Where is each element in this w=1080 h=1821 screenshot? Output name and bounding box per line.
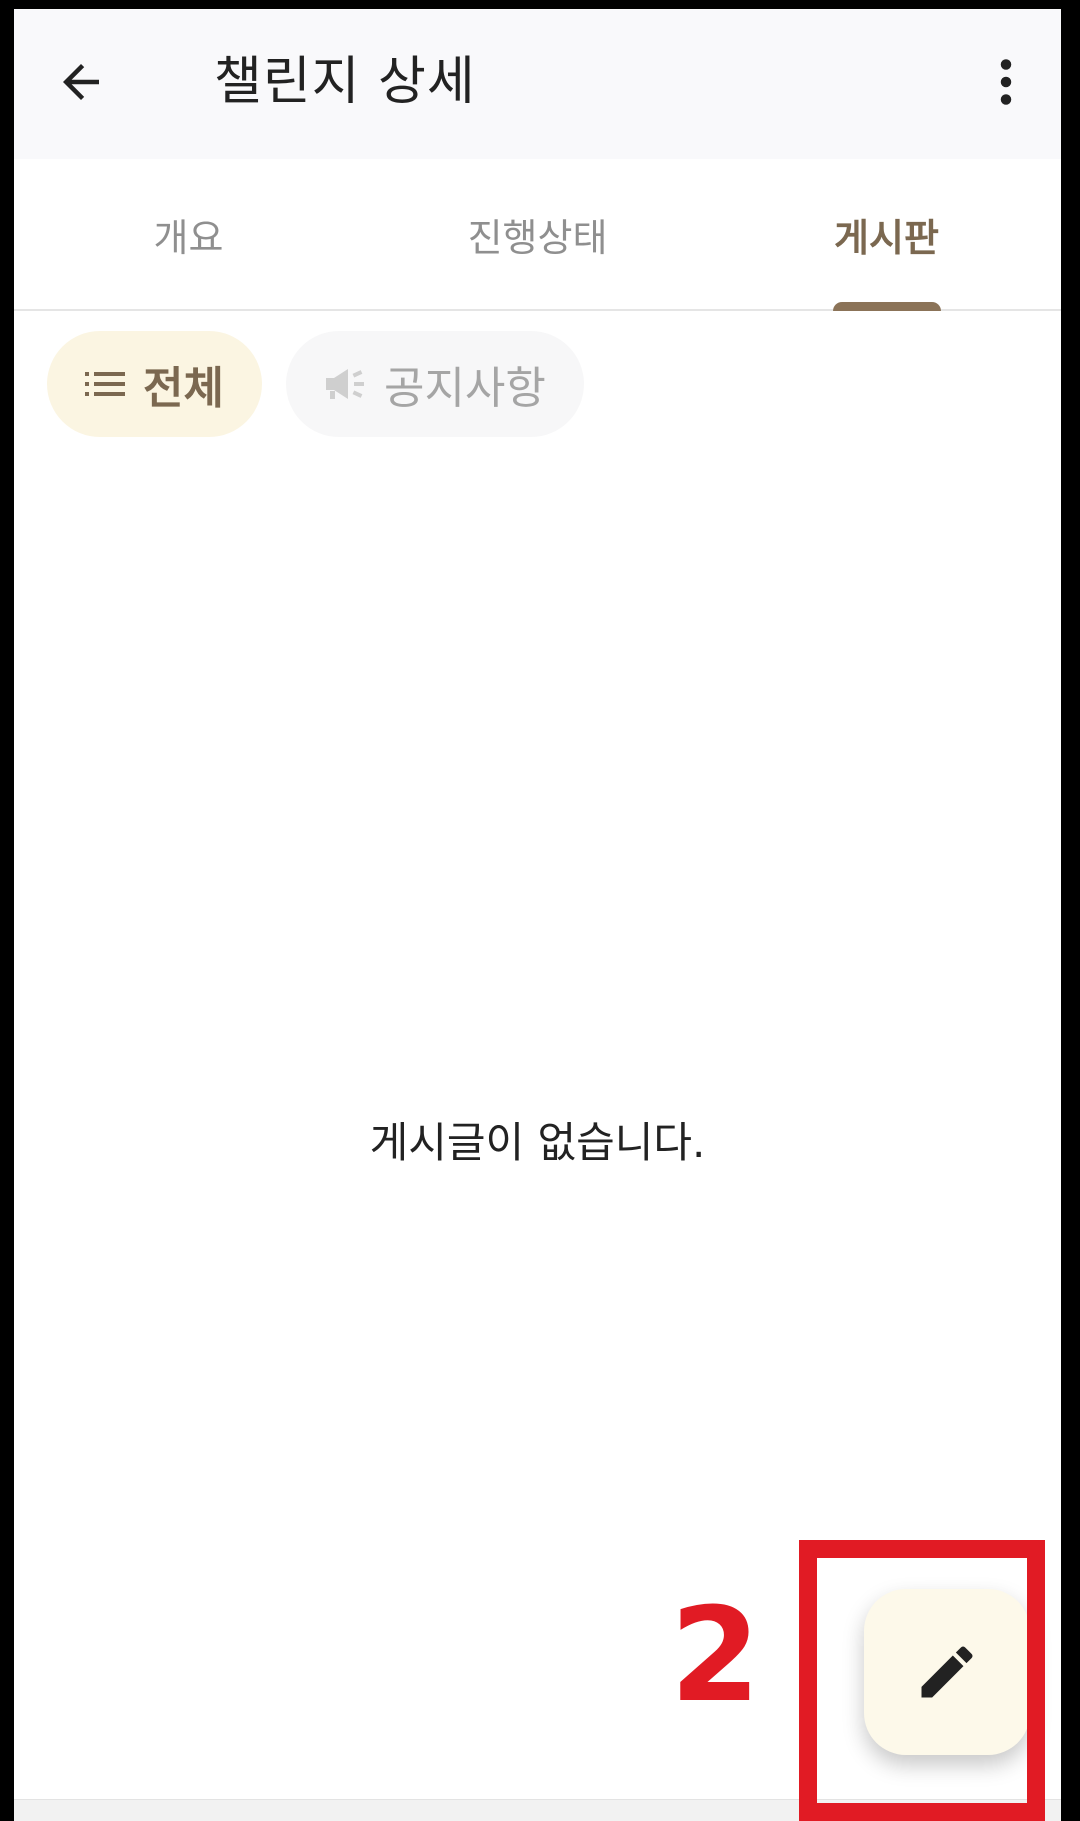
- write-post-button[interactable]: [864, 1589, 1030, 1755]
- app-bar: 챌린지 상세: [14, 9, 1061, 159]
- tab-bar: 개요 진행상태 게시판: [14, 159, 1061, 311]
- page-title: 챌린지 상세: [214, 52, 476, 112]
- filter-chip-label: 전체: [143, 363, 224, 414]
- tab-overview[interactable]: 개요: [14, 159, 363, 309]
- list-icon: [85, 372, 125, 396]
- tab-board[interactable]: 게시판: [712, 159, 1061, 311]
- back-button[interactable]: [46, 47, 116, 117]
- more-options-button[interactable]: [971, 47, 1041, 117]
- pencil-icon: [921, 1646, 973, 1698]
- filter-chips: 전체 공지사항: [47, 331, 584, 437]
- screen: 챌린지 상세 개요 진행상태 게시판 전체 공지사항 게시글이 없습니다.: [14, 9, 1061, 1821]
- filter-chip-label: 공지사항: [383, 363, 546, 414]
- filter-chip-all[interactable]: 전체: [47, 331, 262, 437]
- empty-state-message: 게시글이 없습니다.: [369, 1118, 706, 1167]
- tab-label: 개요: [153, 215, 224, 260]
- annotation-step-number: 2: [670, 1579, 761, 1731]
- megaphone-icon: [325, 369, 364, 399]
- more-vertical-icon: [1000, 59, 1012, 105]
- tab-label: 진행상태: [467, 215, 608, 260]
- filter-chip-notice[interactable]: 공지사항: [285, 331, 584, 437]
- tab-progress[interactable]: 진행상태: [363, 159, 712, 309]
- active-tab-indicator: [832, 302, 941, 311]
- arrow-left-icon: [63, 64, 99, 100]
- bottom-edge: [14, 1799, 1061, 1821]
- tab-label: 게시판: [834, 215, 939, 260]
